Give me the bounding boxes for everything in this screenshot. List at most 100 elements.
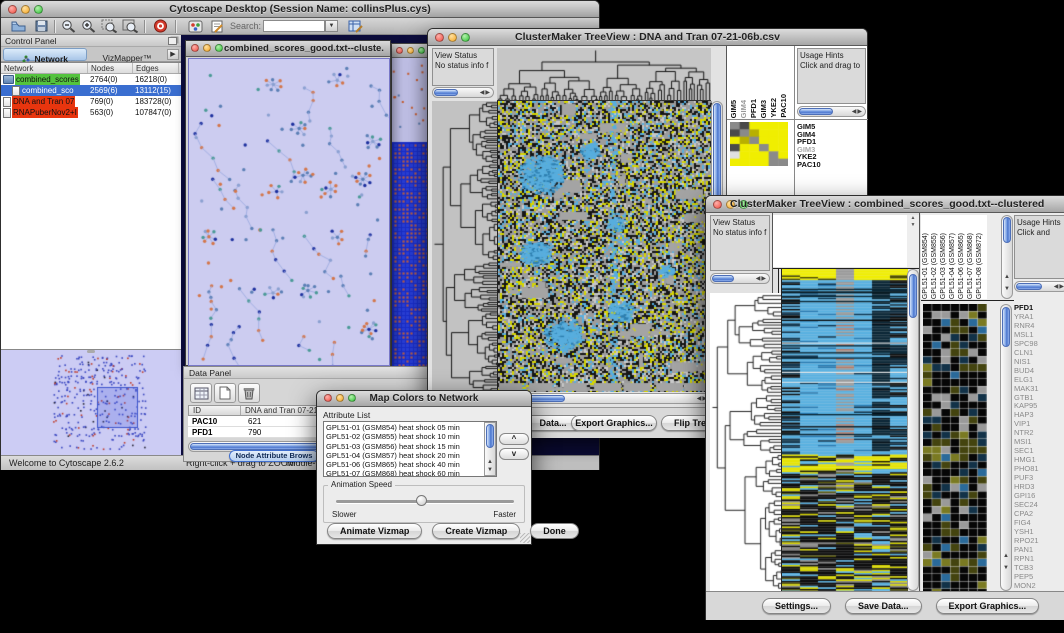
tv2-hints-scrollbar[interactable]: ◀▶: [1014, 281, 1064, 292]
tv2-heatmap[interactable]: [781, 269, 908, 591]
attribute-list-item[interactable]: GPL51-07 (GSM868) heat shock 60 min: [324, 469, 484, 477]
vizmapper-icon[interactable]: [186, 18, 205, 34]
network-row[interactable]: DNA and Tran 07 769(0) 183728(0): [1, 96, 181, 107]
tv2-action-button[interactable]: Save Data...: [845, 598, 922, 614]
tv2-row-dendrogram[interactable]: [710, 293, 781, 591]
dialog-action-button[interactable]: Create Vizmap: [432, 523, 520, 539]
window-controls[interactable]: [191, 44, 223, 52]
main-titlebar[interactable]: Cytoscape Desktop (Session Name: collins…: [1, 1, 599, 18]
move-down-button[interactable]: v: [499, 448, 529, 460]
attribute-list-item[interactable]: GPL51-04 (GSM857) heat shock 20 min: [324, 451, 484, 460]
float-panel-icon[interactable]: [168, 37, 177, 45]
attribute-browser-icon[interactable]: [346, 18, 365, 34]
network-list: combined_scores 2764(0) 16218(0) combine…: [1, 74, 181, 118]
network-table-header[interactable]: NetworkNodesEdges: [1, 63, 181, 74]
network-row[interactable]: combined_sco 2569(6) 13112(15): [1, 85, 181, 96]
close-icon[interactable]: [435, 33, 444, 42]
tv1-view-status-text: No status info f: [435, 61, 488, 70]
tv2-status-scrollbar[interactable]: ◀▶: [710, 273, 770, 284]
attribute-list-item[interactable]: GPL51-02 (GSM855) heat shock 10 min: [324, 432, 484, 441]
birdseye-overview[interactable]: [1, 349, 181, 461]
tv2-heatmap-vscrollbar[interactable]: [907, 269, 919, 591]
node-attribute-browser-button[interactable]: Node Attribute Brows: [229, 450, 319, 462]
tab-vizmapper[interactable]: VizMapper™: [89, 48, 165, 61]
zoom-fit-icon[interactable]: [121, 18, 140, 34]
minimize-icon[interactable]: [203, 44, 211, 52]
tv1-row-labels: GIM5GIM4PFD1GIM3YKE2PAC10: [797, 123, 821, 169]
zoom-window-icon[interactable]: [418, 47, 425, 54]
delete-trash-icon[interactable]: [238, 383, 260, 403]
scroll-up-icon[interactable]: ▲: [1001, 553, 1011, 560]
zoom-out-icon[interactable]: [59, 18, 78, 34]
network-row[interactable]: RNAPuberNov2+I 563(0) 107847(0): [1, 107, 181, 118]
tv1-export-graphics-button[interactable]: Export Graphics...: [571, 415, 657, 431]
move-up-button[interactable]: ^: [499, 433, 529, 445]
zoom-window-icon[interactable]: [215, 44, 223, 52]
zoom-selected-icon[interactable]: [100, 18, 119, 34]
save-icon[interactable]: [32, 18, 51, 34]
network-row[interactable]: combined_scores 2764(0) 16218(0): [1, 74, 181, 85]
tab-overflow-icon[interactable]: ▶: [167, 49, 179, 60]
tv1-hints-scrollbar[interactable]: ◀▶: [797, 106, 866, 117]
tv1-heatmap[interactable]: [497, 101, 712, 392]
treeview1-title: ClusterMaker TreeView : DNA and Tran 07-…: [452, 31, 843, 43]
tv1-usage-hints-text: Click and drag to: [800, 61, 860, 70]
tv2-col-mini-scroll[interactable]: ▲▼: [907, 215, 919, 267]
help-lifesaver-icon[interactable]: [151, 18, 170, 34]
tv2-cluster-heatmap[interactable]: [923, 304, 987, 591]
close-icon[interactable]: [324, 394, 332, 402]
treeview1-titlebar[interactable]: ClusterMaker TreeView : DNA and Tran 07-…: [428, 29, 867, 46]
scroll-down-icon[interactable]: ▼: [1002, 286, 1012, 293]
tv1-status-scrollbar[interactable]: ◀▶: [432, 87, 494, 98]
attribute-table-icon[interactable]: [190, 383, 212, 403]
scroll-arrows-icon[interactable]: ◀▶: [480, 89, 491, 97]
close-icon[interactable]: [396, 47, 403, 54]
tv2-action-button[interactable]: Settings...: [762, 598, 831, 614]
data-panel-title: Data Panel: [189, 368, 231, 378]
close-icon[interactable]: [8, 5, 17, 14]
attribute-list-item[interactable]: GPL51-06 (GSM865) heat shock 40 min: [324, 460, 484, 469]
tv2-gene-scrollbar[interactable]: ▲▼: [1000, 304, 1012, 591]
attribute-listbox[interactable]: GPL51-01 (GSM854) heat shock 05 minGPL51…: [323, 421, 497, 477]
speed-slider-thumb[interactable]: [416, 495, 427, 506]
new-file-icon[interactable]: [214, 383, 236, 403]
tab-network[interactable]: Network: [3, 48, 87, 61]
panel-resize-grip[interactable]: [87, 350, 95, 353]
attribute-list-item[interactable]: GPL51-03 (GSM856) heat shock 15 min: [324, 442, 484, 451]
scroll-up-icon[interactable]: ▲: [485, 459, 495, 466]
attribute-list-scrollbar[interactable]: ▲▼: [484, 422, 496, 476]
tv2-usage-hints-title: Usage Hints: [1017, 218, 1061, 227]
birdseye-canvas[interactable]: [1, 351, 179, 461]
open-folder-icon[interactable]: [9, 18, 28, 34]
tv1-column-dendrogram[interactable]: [497, 48, 711, 101]
column-label: GIM3: [759, 100, 769, 118]
tv2-collabel-scrollbar[interactable]: ▲▼: [1001, 215, 1013, 299]
dialog-titlebar[interactable]: Map Colors to Network: [317, 391, 531, 407]
scroll-arrows-icon[interactable]: ◀▶: [1054, 283, 1064, 291]
scroll-arrows-icon[interactable]: ◀▶: [756, 275, 767, 283]
dialog-action-button[interactable]: Animate Vizmap: [327, 523, 422, 539]
resize-grip-icon[interactable]: [520, 533, 530, 543]
close-icon[interactable]: [713, 200, 722, 209]
control-panel-title: Control Panel: [5, 36, 57, 46]
annotation-icon[interactable]: [208, 18, 227, 34]
search-input[interactable]: [263, 20, 325, 32]
tv1-summary-matrix[interactable]: [730, 122, 788, 166]
scroll-up-icon[interactable]: ▲: [1002, 274, 1012, 281]
network-canvas[interactable]: [188, 58, 390, 366]
zoom-in-icon[interactable]: [79, 18, 98, 34]
minimize-icon[interactable]: [407, 47, 414, 54]
tv2-action-button[interactable]: Export Graphics...: [936, 598, 1040, 614]
treeview2-titlebar[interactable]: ClusterMaker TreeView : combined_scores_…: [706, 196, 1064, 213]
scroll-down-icon[interactable]: ▼: [485, 467, 495, 474]
window-controls[interactable]: [396, 47, 425, 54]
search-dropdown-button[interactable]: ▼: [325, 20, 338, 32]
scroll-down-icon[interactable]: ▼: [1001, 565, 1011, 572]
scroll-arrows-icon[interactable]: ◀▶: [852, 108, 863, 116]
attribute-list-item[interactable]: GPL51-01 (GSM854) heat shock 05 min: [324, 423, 484, 432]
control-panel: Control Panel Network VizMapper™ ▶ Netwo…: [1, 35, 181, 463]
tv1-row-dendrogram[interactable]: [432, 101, 497, 392]
tv2-gene-list: PFD1YRA1RNR4MSL1SPC98CLN1NIS1BUD4ELG1MAK…: [1014, 304, 1064, 591]
dialog-action-button[interactable]: Done: [530, 523, 579, 539]
close-icon[interactable]: [191, 44, 199, 52]
